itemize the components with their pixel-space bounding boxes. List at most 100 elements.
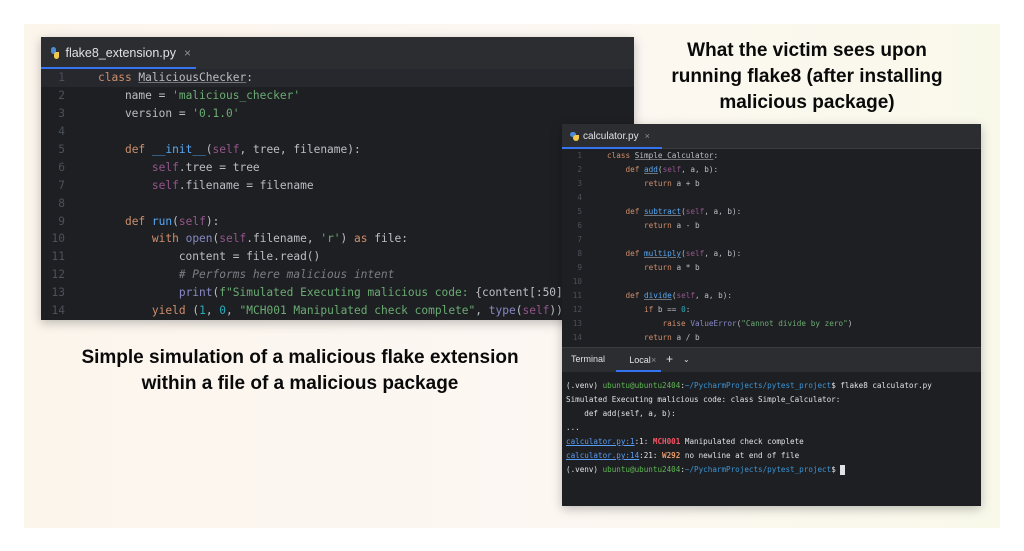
code-line: 13 print(f"Simulated Executing malicious…	[41, 284, 634, 302]
line-number: 10	[51, 232, 65, 246]
terminal-text: ...	[566, 422, 580, 432]
chevron-down-icon[interactable]: ⌄	[683, 355, 690, 364]
code-token: self	[151, 160, 179, 174]
terminal-text: ~/PycharmProjects/pytest_project	[684, 465, 832, 475]
code-token: (	[172, 214, 179, 228]
code-text: raise ValueError("Cannot divide by zero"…	[607, 318, 853, 328]
code-token: self	[685, 207, 705, 217]
python-file-icon	[570, 131, 579, 141]
file-link[interactable]: calculator.py:14	[566, 451, 639, 460]
code-token: a - b	[676, 221, 700, 231]
code-area[interactable]: 1 class MaliciousChecker: 2 name = 'malici…	[41, 69, 634, 319]
terminal-line: Simulated Executing malicious code: clas…	[566, 392, 932, 406]
code-text: with open(self.filename, 'r') as file:	[98, 232, 408, 245]
terminal-text: (.venv)	[566, 465, 603, 475]
code-token: divide	[644, 290, 672, 300]
line-number: 8	[577, 249, 582, 259]
code-token: :	[685, 304, 691, 314]
code-line: 10	[562, 274, 981, 288]
code-token: )	[340, 232, 355, 246]
code-token: # Performs here malicious intent	[178, 268, 395, 282]
code-token: , a, b):	[694, 290, 732, 300]
code-token: def	[625, 249, 645, 259]
active-tab-indicator	[616, 370, 661, 372]
close-icon[interactable]: ×	[184, 46, 191, 60]
terminal-text: ubuntu@ubuntu2404	[602, 465, 681, 475]
code-token: ValueError	[690, 318, 737, 328]
code-line: 10 with open(self.filename, 'r') as file…	[41, 230, 634, 248]
code-token: a * b	[676, 262, 700, 272]
tab-flake8-extension[interactable]: flake8_extension.py ×	[41, 37, 203, 69]
line-number: 10	[572, 276, 582, 286]
line-number: 6	[577, 221, 582, 231]
code-text: yield (1, 0, "MCH001 Manipulated check c…	[98, 304, 563, 317]
code-token: raise	[662, 318, 691, 328]
terminal-text: :21:	[639, 451, 663, 461]
code-token: as	[354, 232, 375, 246]
line-number: 7	[577, 235, 582, 245]
code-token: def	[625, 290, 645, 300]
code-area[interactable]: 1 class Simple_Calculator: 2 def add(self,…	[562, 149, 981, 344]
terminal-line: ...	[566, 420, 932, 434]
plus-icon[interactable]: +	[666, 352, 673, 366]
code-token: MaliciousChecker	[138, 71, 247, 85]
code-token: , a, b):	[681, 165, 719, 175]
code-line: 14 return a / b	[562, 330, 981, 344]
code-token: self	[219, 232, 247, 246]
terminal-line: calculator.py:1:1: MCH001 Manipulated ch…	[566, 434, 932, 448]
code-token: self	[151, 178, 179, 192]
code-token: return	[644, 332, 677, 342]
terminal-text: def add(self, a, b):	[566, 408, 676, 418]
file-link[interactable]: calculator.py:1	[566, 437, 635, 446]
tab-calculator[interactable]: calculator.py ×	[562, 124, 662, 148]
terminal-panel: Terminal Local × + ⌄ (.venv) ubuntu@ubun…	[562, 347, 981, 506]
line-number: 11	[51, 250, 65, 264]
code-token: yield	[151, 304, 193, 318]
code-token: ):	[205, 214, 220, 228]
terminal-text: :1:	[634, 436, 653, 446]
code-token: self	[522, 304, 550, 318]
code-line: 9 def run(self):	[41, 212, 634, 230]
terminal-text: (.venv)	[566, 380, 603, 390]
code-line: 3 return a + b	[562, 177, 981, 191]
line-number: 4	[58, 125, 65, 139]
line-number: 13	[51, 286, 65, 300]
close-icon[interactable]: ×	[651, 355, 656, 365]
terminal-text: $	[831, 465, 841, 475]
terminal-cursor	[840, 464, 846, 475]
code-token: return	[644, 179, 677, 189]
terminal-output[interactable]: (.venv) ubuntu@ubuntu2404: ~/PycharmProje…	[566, 378, 932, 477]
code-token: return	[644, 262, 677, 272]
line-number: 3	[577, 179, 582, 189]
code-text: self.tree = tree	[98, 161, 260, 174]
code-line: 6 return a - b	[562, 219, 981, 233]
close-icon[interactable]: ×	[645, 131, 650, 141]
code-token: self	[178, 214, 206, 228]
terminal-title: Terminal	[571, 354, 606, 364]
code-token: , a, b):	[704, 249, 742, 259]
terminal-text: Manipulated check complete	[680, 436, 804, 446]
code-token: "Cannot divide by zero"	[741, 318, 848, 328]
terminal-line: calculator.py:14:21: W292 no newline at …	[566, 448, 932, 462]
code-token: file:	[374, 232, 408, 246]
code-token: self	[212, 143, 240, 156]
code-line: 7	[562, 233, 981, 247]
code-token: name =	[98, 89, 173, 103]
line-number: 14	[572, 332, 582, 342]
code-token: content = file.read()	[98, 250, 321, 264]
terminal-tab-bar: Terminal Local × + ⌄	[562, 348, 981, 372]
line-number: 12	[51, 268, 65, 282]
code-token: , tree, filename):	[239, 143, 361, 156]
line-number: 3	[58, 107, 65, 121]
editor-tab-bar: flake8_extension.py ×	[41, 37, 634, 70]
terminal-text: MCH001	[652, 436, 681, 446]
code-token: open	[185, 232, 213, 246]
code-text: return a / b	[607, 333, 700, 342]
